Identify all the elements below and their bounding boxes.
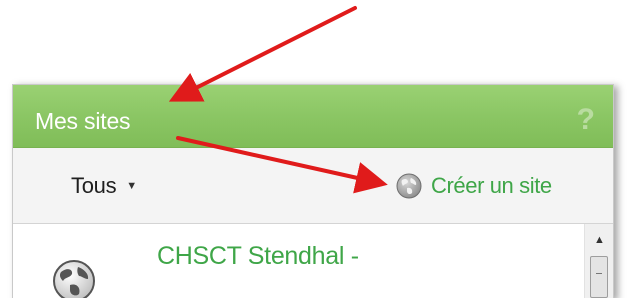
screenshot-canvas: Mes sites ? Tous ▼ Créer un site CHSCT S…: [0, 0, 632, 298]
globe-icon: [53, 260, 95, 298]
help-icon[interactable]: ?: [577, 103, 595, 137]
caret-down-icon: ▼: [126, 180, 137, 192]
list-item[interactable]: CHSCT Stendhal -: [13, 224, 583, 298]
site-name-link[interactable]: CHSCT Stendhal -: [157, 242, 359, 271]
scroll-up-icon[interactable]: ▲: [594, 234, 605, 246]
widget-header: Mes sites ?: [13, 85, 613, 148]
scrollbar[interactable]: ▲: [584, 224, 613, 298]
create-site-label: Créer un site: [431, 173, 552, 198]
filter-dropdown[interactable]: Tous ▼: [71, 173, 137, 199]
widget-title: Mes sites: [35, 108, 131, 134]
scroll-thumb[interactable]: [590, 256, 608, 298]
site-list: CHSCT Stendhal - ▲: [13, 224, 613, 298]
my-sites-widget: Mes sites ? Tous ▼ Créer un site CHSCT S…: [12, 84, 614, 298]
scroll-thumb-grip: [596, 273, 602, 274]
globe-icon: [396, 173, 422, 199]
widget-toolbar: Tous ▼ Créer un site: [13, 148, 613, 224]
filter-label: Tous: [71, 173, 117, 198]
